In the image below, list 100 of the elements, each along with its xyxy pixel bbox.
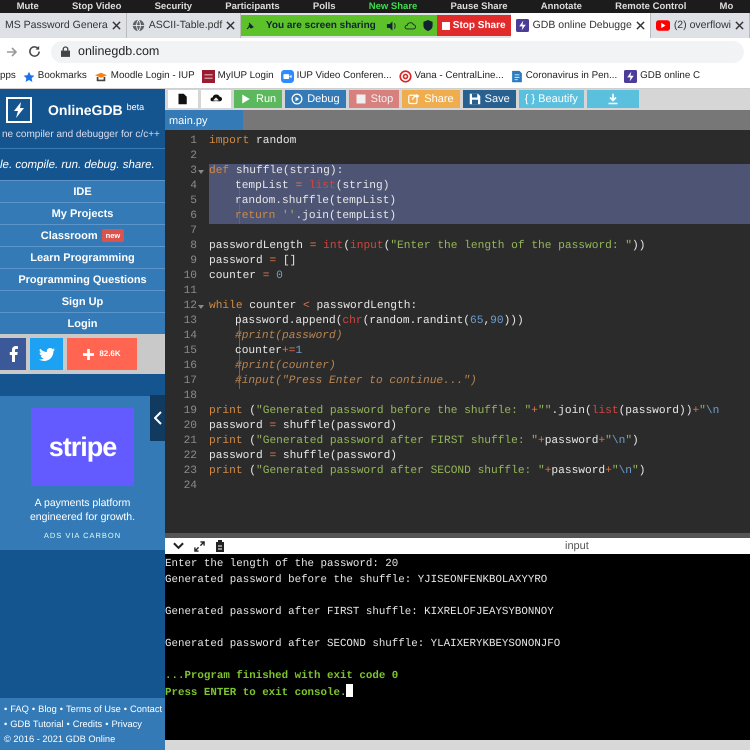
toolbar-item[interactable]: Pause Share <box>450 0 508 13</box>
address-field[interactable]: onlinegdb.com <box>51 40 744 62</box>
bookmark-link[interactable]: Bookmarks <box>22 69 87 84</box>
code-line: password = [] <box>209 254 298 269</box>
toolbar-item[interactable]: Polls <box>312 0 336 13</box>
forward-icon[interactable] <box>6 46 18 58</box>
menu-item[interactable]: Programming Questions <box>0 268 165 290</box>
ad-logo[interactable]: stripe <box>31 408 134 486</box>
footer-link[interactable]: Credits <box>72 717 102 732</box>
document-icon <box>510 70 523 83</box>
bookmark-link[interactable]: pps <box>0 69 16 84</box>
debug-button[interactable]: Debug <box>285 90 346 108</box>
code-line: counter = 0 <box>209 269 284 284</box>
line-number: 18 <box>182 389 197 404</box>
line-number: 21 <box>182 434 197 449</box>
cloud-icon <box>404 21 416 30</box>
line-number: 22 <box>182 449 197 464</box>
file-tab[interactable]: main.py <box>165 110 243 130</box>
bullet: • <box>4 703 8 716</box>
line-number: 20 <box>182 419 197 434</box>
run-button[interactable]: Run <box>234 90 282 108</box>
bullet: • <box>4 718 8 731</box>
browser-tab[interactable]: ASCII-Table.pdf <box>126 13 242 38</box>
toolbar-item[interactable]: Stop Video <box>72 0 122 13</box>
reload-icon[interactable] <box>28 45 41 58</box>
menu-item[interactable]: IDE <box>0 180 165 202</box>
footer-link[interactable]: Privacy <box>111 717 142 732</box>
expand-icon[interactable] <box>194 540 205 552</box>
bookmark-link[interactable]: GDB online C <box>624 69 700 84</box>
code-line: print ("Generated password after SECOND shuffle: "+password+"\n") <box>209 464 646 479</box>
fold-icon[interactable] <box>198 170 204 174</box>
stop-share-button[interactable]: Stop Share <box>436 15 511 36</box>
toolbar-item[interactable]: New Share <box>368 0 418 13</box>
bookmark-link[interactable]: Vana - CentralLine... <box>398 69 504 84</box>
menu-item[interactable]: My Projects <box>0 202 165 224</box>
line-number: 12 <box>182 299 197 314</box>
close-icon[interactable] <box>636 21 645 30</box>
toolbar-item[interactable]: Mute <box>16 0 39 13</box>
footer-link[interactable]: GDB Tutorial <box>10 717 64 732</box>
footer-link[interactable]: Terms of Use <box>66 702 121 717</box>
globe-icon <box>132 19 145 32</box>
new-button[interactable] <box>168 90 198 108</box>
plus-icon <box>83 348 94 360</box>
close-icon[interactable] <box>735 21 744 30</box>
console-line: Generated password after SECOND shuffle: YLAIXERYKBEYSONONJFO <box>165 637 562 652</box>
bookmark-link[interactable]: Moodle Login - IUP <box>94 69 195 84</box>
star-icon <box>22 70 35 82</box>
line-number: 10 <box>182 269 197 284</box>
console-line: Generated password after FIRST shuffle: KIXRELOFJEAYSYBONNOY <box>165 605 555 620</box>
code-line: print ("Generated password before the shuffle: "+"".join(list(password))+"\n <box>209 404 720 419</box>
toolbar-item[interactable]: Participants <box>225 0 280 13</box>
line-number: 3 <box>189 164 197 179</box>
save-button[interactable]: Save <box>462 90 516 108</box>
lightning-bolt-icon <box>516 19 529 32</box>
copyright: © 2016 - 2021 GDB Online <box>3 733 116 746</box>
twitter-button[interactable] <box>30 338 63 370</box>
line-number: 4 <box>189 179 197 194</box>
chevron-down-icon[interactable] <box>173 542 184 550</box>
menu-item[interactable]: Login <box>0 312 165 334</box>
upload-button[interactable] <box>201 90 231 108</box>
fold-icon[interactable] <box>198 304 204 308</box>
line-number: 1 <box>189 134 197 149</box>
share-count-button[interactable]: 82.6K <box>67 338 137 370</box>
console-line: ...Program finished with exit code 0 <box>165 669 400 684</box>
subtitle: ne compiler and debugger for c/c++ <box>2 128 161 142</box>
footer-link[interactable]: Contact <box>130 702 162 717</box>
code-line: while counter < passwordLength: <box>209 299 418 314</box>
footer-link[interactable]: Blog <box>38 702 57 717</box>
play-circle-icon <box>291 93 304 105</box>
bullet: • <box>124 703 128 716</box>
toolbar-item[interactable]: Remote Control <box>615 0 686 13</box>
close-icon[interactable] <box>112 21 121 30</box>
bookmark-link[interactable]: MyIUP Login <box>202 69 274 84</box>
footer-link[interactable]: FAQ <box>10 702 29 717</box>
facebook-icon <box>8 346 18 362</box>
line-number: 8 <box>189 239 197 254</box>
file-icon <box>177 93 189 105</box>
clipboard-icon[interactable] <box>215 540 225 552</box>
line-number: 9 <box>189 254 197 269</box>
play-icon <box>656 20 670 31</box>
console-input-label: input <box>565 538 589 554</box>
facebook-button[interactable] <box>0 338 26 370</box>
browser-tab[interactable]: GDB online Debugge <box>510 13 651 38</box>
toolbar-item[interactable]: Security <box>154 0 192 13</box>
ad-text[interactable]: A payments platform engineered for growth. <box>0 496 165 524</box>
code-line: password = shuffle(password) <box>209 449 398 464</box>
bookmark-link[interactable]: Coronavirus in Pen... <box>510 69 618 84</box>
line-number: 5 <box>189 194 197 209</box>
toolbar-item[interactable]: Annotate <box>540 0 582 13</box>
speaker-icon <box>386 20 398 30</box>
bookmark-link[interactable]: IUP Video Conferen... <box>280 69 392 84</box>
stop-icon <box>442 22 450 30</box>
toolbar-item[interactable]: Mo <box>720 0 734 13</box>
close-icon[interactable] <box>226 21 236 30</box>
menu-item[interactable]: Learn Programming <box>0 246 165 268</box>
menu-item[interactable]: Sign Up <box>0 290 165 312</box>
bullet: • <box>105 718 108 731</box>
collapse-button[interactable] <box>150 395 165 441</box>
shield-icon <box>422 20 433 31</box>
video-camera-icon <box>280 70 294 83</box>
